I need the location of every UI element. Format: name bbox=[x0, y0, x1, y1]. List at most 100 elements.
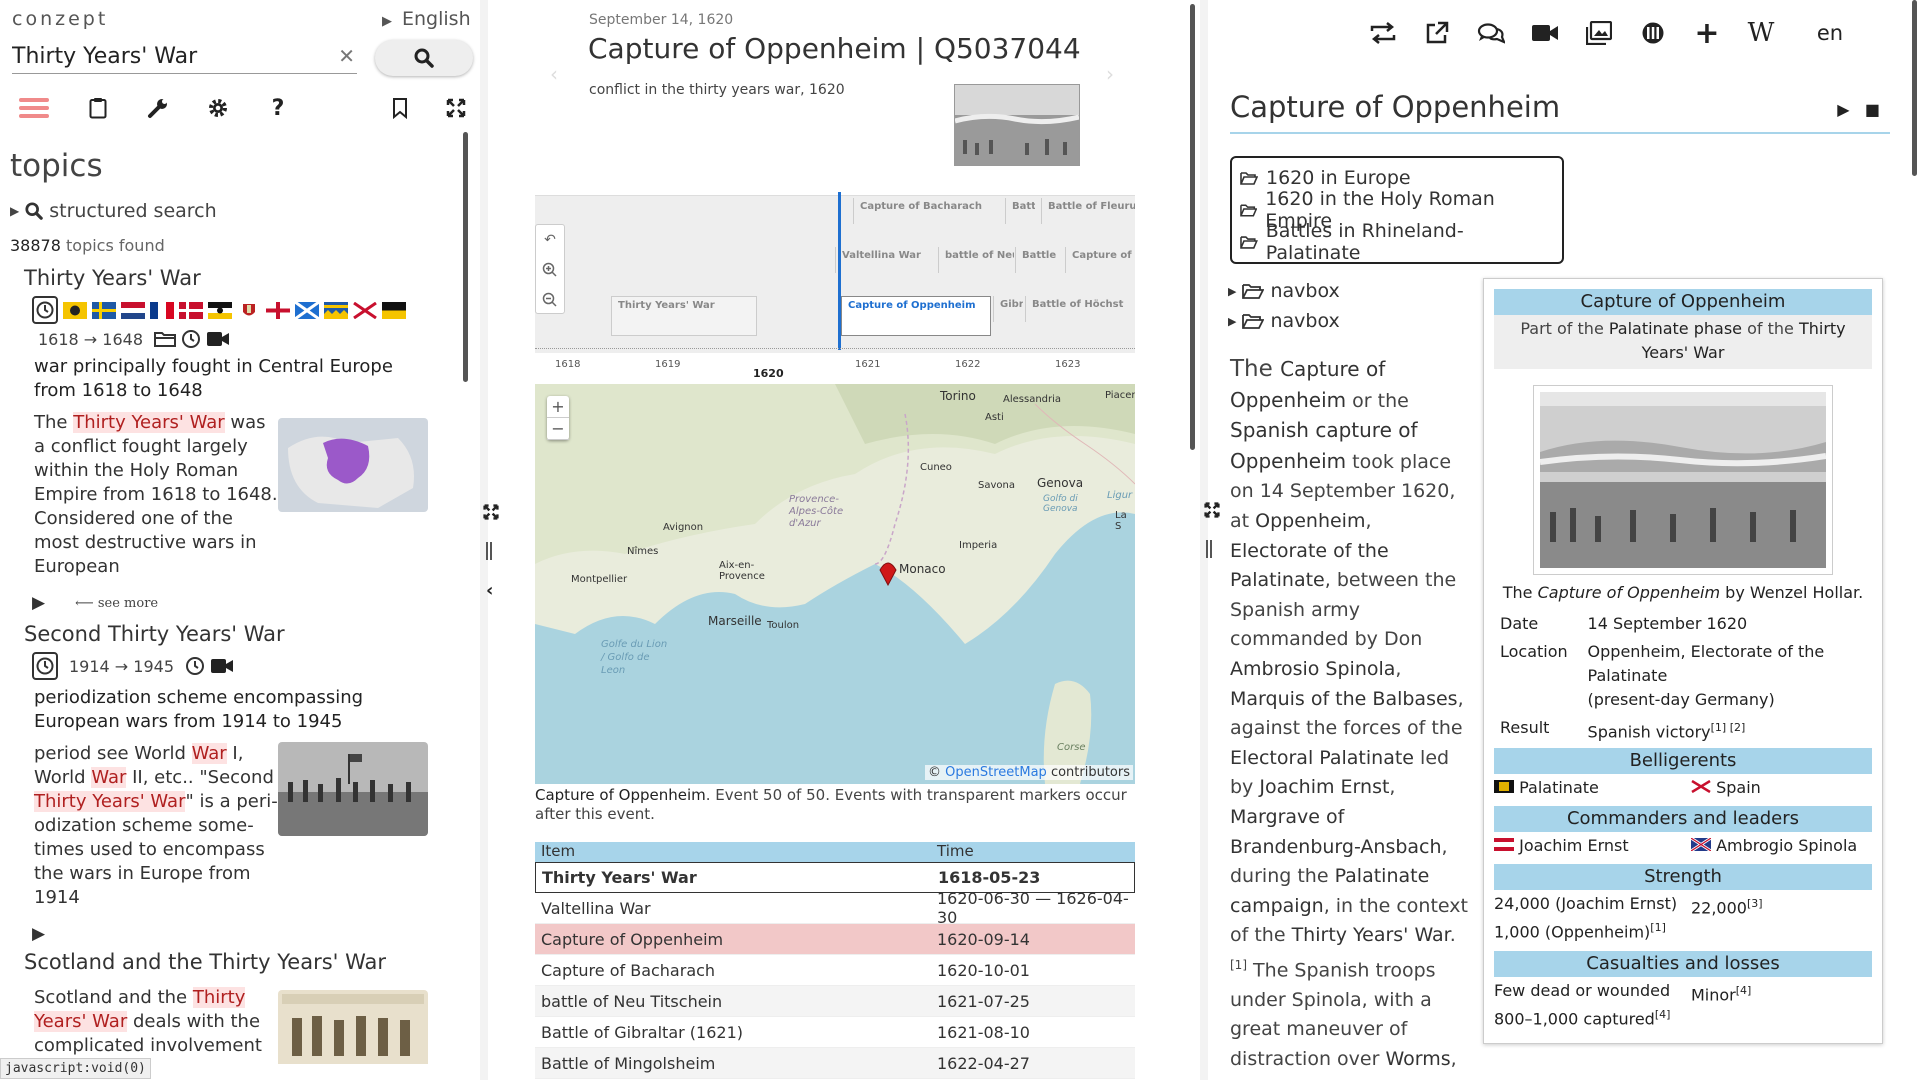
osm-link[interactable]: OpenStreetMap bbox=[945, 765, 1047, 780]
search-input[interactable] bbox=[12, 40, 312, 72]
timeline-event[interactable]: Battle of Fleurus bbox=[1041, 198, 1135, 224]
timeline-chart[interactable]: ↶ Capture of Bacharach Batt Battle of Fl… bbox=[535, 192, 1135, 380]
table-row[interactable]: battle of Neu Titschein 1621-07-25 bbox=[535, 986, 1135, 1017]
play-icon[interactable]: ▶ bbox=[32, 593, 45, 613]
reference-link[interactable]: [1] bbox=[1230, 958, 1247, 972]
video-icon[interactable] bbox=[206, 330, 230, 348]
back-icon[interactable]: ↶ bbox=[536, 225, 564, 255]
collapse-icon[interactable]: ‹ bbox=[486, 580, 493, 601]
see-more-link[interactable]: ⟵ see more bbox=[75, 596, 158, 611]
archive-icon[interactable] bbox=[1638, 18, 1668, 48]
wikipedia-icon[interactable]: W bbox=[1746, 18, 1776, 48]
infobox-link[interactable]: Palatinate bbox=[1519, 778, 1599, 797]
map-marker-icon[interactable] bbox=[878, 560, 898, 586]
navbox-toggle[interactable]: ▶ navbox bbox=[1228, 280, 1340, 302]
timeline-event[interactable]: Valtellina War bbox=[835, 247, 935, 273]
chat-icon[interactable] bbox=[1476, 18, 1506, 48]
timeline-cursor[interactable] bbox=[838, 192, 841, 350]
table-row[interactable]: Battle of Gibraltar (1621) 1621-08-10 bbox=[535, 1017, 1135, 1048]
clock-icon[interactable] bbox=[185, 656, 205, 676]
column-header-time[interactable]: Time bbox=[931, 842, 1131, 862]
external-link-icon[interactable] bbox=[1422, 18, 1452, 48]
infobox-link[interactable]: Oppenheim bbox=[1588, 642, 1681, 661]
left-scrollbar[interactable] bbox=[463, 132, 468, 382]
timeline-event[interactable]: Capture of M bbox=[1065, 247, 1135, 273]
flag-icon[interactable] bbox=[179, 301, 203, 319]
topic-title[interactable]: Thirty Years' War bbox=[24, 266, 444, 290]
timeline-icon[interactable] bbox=[32, 296, 58, 324]
timeline-event-selected[interactable]: Capture of Oppenheim bbox=[841, 296, 991, 336]
infobox-link[interactable]: Palatinate phase bbox=[1609, 319, 1742, 338]
zoom-out-button[interactable]: − bbox=[547, 418, 569, 440]
article-link[interactable]: Ambrosio Spinola bbox=[1230, 658, 1395, 680]
timeline-event[interactable]: Thirty Years' War bbox=[611, 296, 757, 336]
table-row[interactable]: Valtellina War 1620-06-30 — 1626-04-30 bbox=[535, 889, 1135, 927]
table-row[interactable]: Battle of Mingolsheim 1622-04-27 bbox=[535, 1048, 1135, 1079]
reference-link[interactable]: [3] bbox=[1747, 897, 1763, 910]
topic-title[interactable]: Second Thirty Years' War bbox=[24, 622, 444, 646]
timeline-icon[interactable] bbox=[32, 652, 58, 680]
table-row[interactable]: Capture of Bacharach 1620-10-01 bbox=[535, 955, 1135, 986]
expand-icon[interactable] bbox=[483, 504, 499, 524]
video-icon[interactable] bbox=[210, 657, 234, 675]
flag-icon[interactable] bbox=[208, 301, 232, 319]
article-link[interactable]: Worms bbox=[1385, 1048, 1450, 1070]
drag-handle-icon[interactable] bbox=[486, 542, 492, 560]
event-map[interactable]: + − Torino Alessandria Piacer Asti Cuneo… bbox=[535, 384, 1135, 784]
event-thumbnail[interactable] bbox=[954, 84, 1080, 166]
reference-link[interactable]: [4] bbox=[1655, 1008, 1671, 1021]
reference-link[interactable]: [1] bbox=[1650, 921, 1666, 934]
navbox-toggle[interactable]: ▶ navbox bbox=[1228, 310, 1340, 332]
clear-icon[interactable]: ✕ bbox=[338, 44, 355, 68]
timeline-event[interactable]: Battle bbox=[1015, 247, 1063, 273]
topic-thumbnail[interactable] bbox=[278, 742, 428, 836]
flag-icon[interactable] bbox=[295, 301, 319, 319]
article-link[interactable]: Joachim Ernst bbox=[1259, 776, 1389, 798]
app-logo[interactable]: conzept bbox=[12, 8, 108, 30]
flag-icon[interactable] bbox=[237, 302, 261, 319]
wrench-icon[interactable] bbox=[142, 92, 174, 124]
timeline-event[interactable]: Capture of Bacharach bbox=[853, 198, 993, 224]
zoom-in-button[interactable]: + bbox=[547, 396, 569, 418]
topic-thumbnail[interactable] bbox=[278, 418, 428, 512]
infobox-link[interactable]: Wenzel Hollar bbox=[1750, 583, 1858, 602]
play-icon[interactable]: ▶ bbox=[32, 924, 45, 944]
infobox-image[interactable] bbox=[1533, 385, 1833, 575]
topic-title[interactable]: Scotland and the Thirty Years' War bbox=[24, 950, 444, 974]
timeline-event[interactable]: Gibr bbox=[993, 296, 1023, 322]
infobox-link[interactable]: Germany bbox=[1695, 690, 1769, 709]
swap-icon[interactable] bbox=[1368, 18, 1398, 48]
infobox-link[interactable]: Spain bbox=[1716, 778, 1761, 797]
menu-icon[interactable] bbox=[18, 92, 50, 124]
flag-icon[interactable] bbox=[353, 301, 377, 319]
zoom-in-icon[interactable] bbox=[536, 255, 564, 285]
next-arrow-icon[interactable]: › bbox=[1106, 62, 1114, 86]
article-link[interactable]: Marquis of the Balbases bbox=[1230, 688, 1458, 710]
fullscreen-icon[interactable] bbox=[440, 92, 472, 124]
add-icon[interactable]: + bbox=[1692, 16, 1722, 51]
prev-arrow-icon[interactable]: ‹ bbox=[550, 62, 558, 86]
flag-icon[interactable] bbox=[92, 301, 116, 319]
panel-divider[interactable] bbox=[480, 0, 488, 1080]
flag-icon[interactable] bbox=[382, 301, 406, 319]
language-toggle[interactable]: ▶ English bbox=[382, 8, 471, 30]
flag-icon[interactable] bbox=[266, 301, 290, 319]
reference-link[interactable]: [1] [2] bbox=[1711, 721, 1746, 734]
language-select[interactable]: en bbox=[1800, 18, 1860, 48]
clipboard-icon[interactable] bbox=[82, 92, 114, 124]
flag-icon[interactable] bbox=[63, 301, 87, 319]
flag-icon[interactable] bbox=[150, 301, 174, 319]
article-link[interactable]: Margrave of Brandenburg-Ansbach bbox=[1230, 806, 1442, 858]
article-link[interactable]: Thirty Years' War bbox=[1292, 924, 1450, 946]
help-icon[interactable]: ? bbox=[262, 92, 294, 124]
stop-icon[interactable]: ■ bbox=[1865, 100, 1880, 119]
topic-thumbnail[interactable] bbox=[278, 990, 428, 1080]
article-link[interactable]: Electoral Palatinate bbox=[1230, 747, 1414, 769]
clock-icon[interactable] bbox=[181, 329, 201, 349]
article-link[interactable]: Oppenheim bbox=[1255, 510, 1365, 532]
folder-icon[interactable] bbox=[154, 330, 177, 348]
table-row[interactable]: Capture of Oppenheim 1620-09-14 bbox=[535, 924, 1135, 955]
flag-icon[interactable] bbox=[324, 301, 348, 319]
structured-search-toggle[interactable]: ▶ structured search bbox=[10, 200, 217, 222]
infobox-link[interactable]: Joachim Ernst bbox=[1519, 836, 1629, 855]
